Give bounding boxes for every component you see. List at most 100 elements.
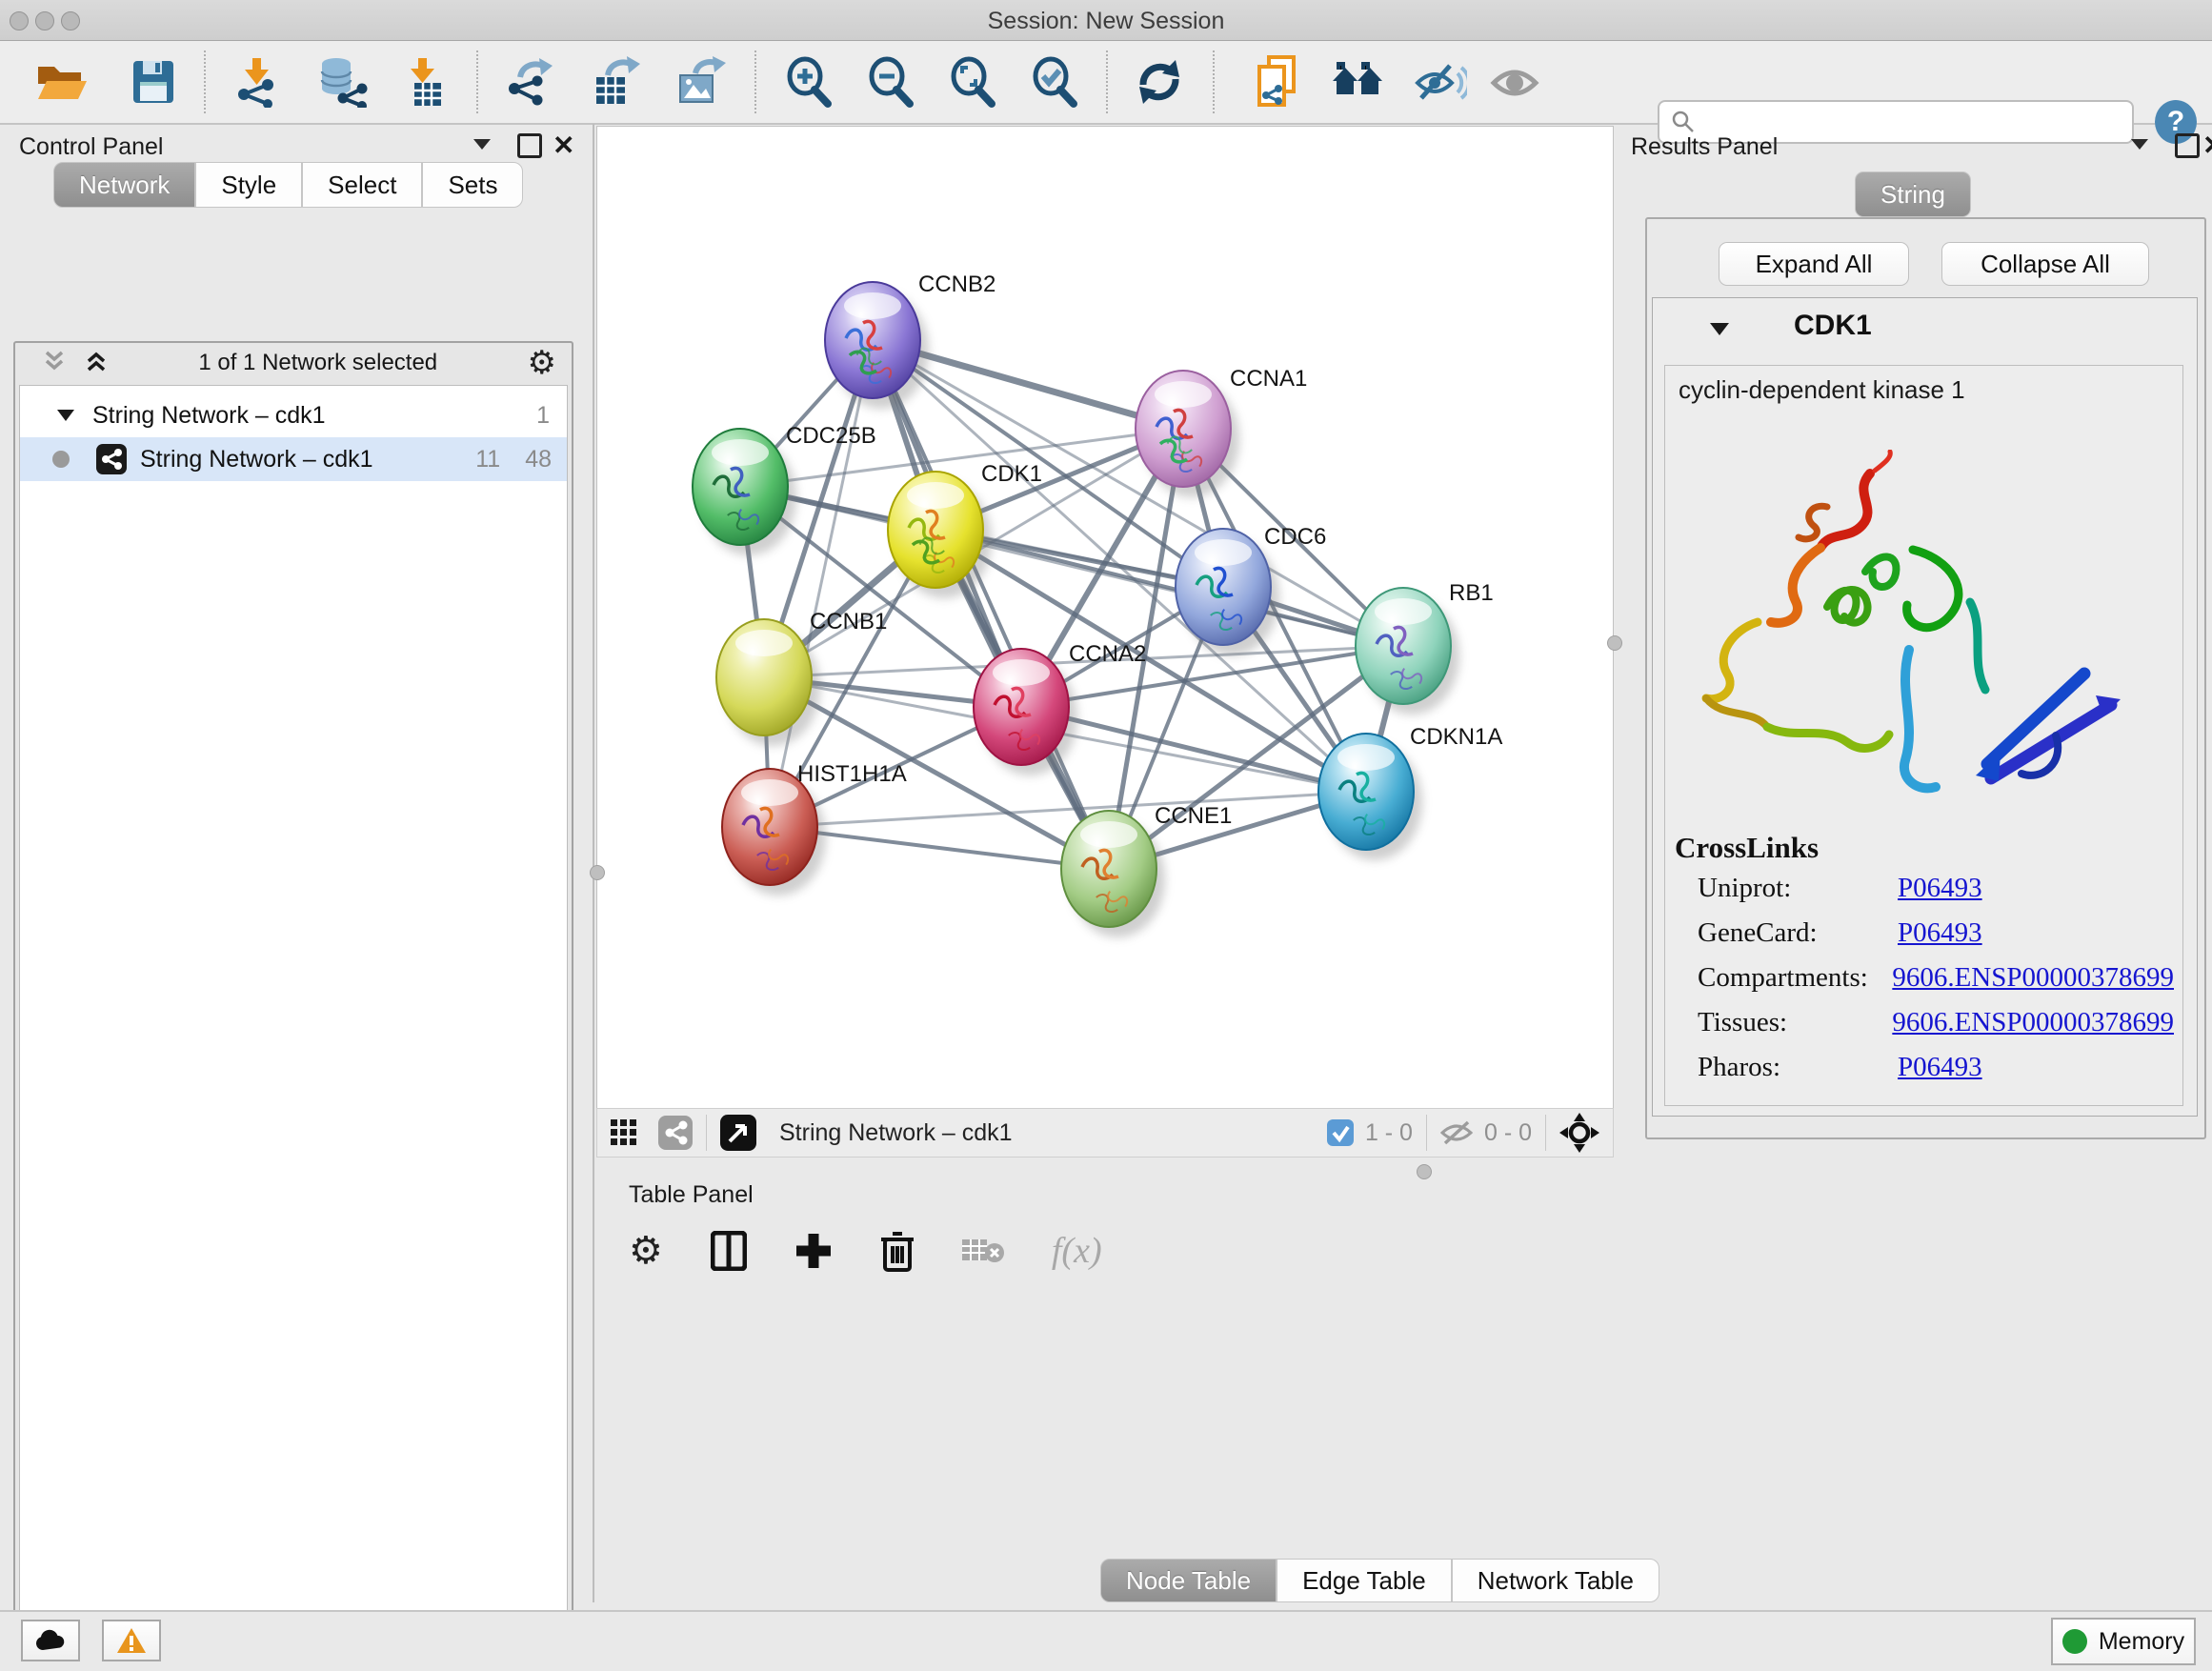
control-panel: Control Panel ✕ NetworkStyleSelectSets 1… [0, 124, 594, 1602]
network-canvas[interactable]: CCNB2CCNA1CDC25BCDK1CDC6RB1CCNB1CCNA2CDK… [596, 126, 1614, 1109]
hidden-eye-icon[interactable] [1440, 1118, 1473, 1147]
warning-button[interactable] [102, 1620, 161, 1661]
svg-text:CCNA1: CCNA1 [1230, 366, 1307, 392]
gene-name: CDK1 [1794, 310, 1872, 342]
crosslink-link[interactable]: P06493 [1898, 873, 1982, 904]
control-panel-menu-icon[interactable] [472, 135, 493, 157]
window-title: Session: New Session [0, 8, 2212, 35]
svg-text:CDKN1A: CDKN1A [1410, 724, 1502, 750]
network-view-icon[interactable] [658, 1116, 693, 1150]
tab-select[interactable]: Select [302, 162, 422, 208]
network-options-gear-icon[interactable]: ⚙ [528, 347, 556, 379]
grid-view-icon[interactable] [611, 1119, 637, 1146]
table-settings-gear-icon[interactable]: ⚙ [629, 1232, 663, 1270]
collapse-all-networks-icon[interactable] [42, 349, 67, 378]
network-panel-box: 1 of 1 Network selected ⚙ String Network… [13, 341, 573, 1671]
network-node-count: 11 [475, 446, 500, 473]
add-column-icon[interactable] [794, 1232, 833, 1270]
show-columns-icon[interactable] [711, 1231, 747, 1271]
toolbar-separator [204, 50, 206, 113]
crosslink-link[interactable]: 9606.ENSP00000378699 [1892, 1007, 2174, 1038]
network-row-label: String Network – cdk1 [140, 446, 373, 473]
crosslink-row: GeneCard:P06493 [1698, 917, 2174, 949]
warning-icon [116, 1627, 147, 1654]
refresh-view-icon[interactable] [1133, 55, 1186, 109]
export-table-icon[interactable] [588, 55, 641, 109]
expand-all-networks-icon[interactable] [84, 349, 109, 378]
zoom-selected-icon[interactable] [1027, 55, 1080, 109]
svg-text:CCNB1: CCNB1 [810, 609, 887, 634]
memory-button[interactable]: Memory [2051, 1618, 2196, 1665]
memory-status-icon [2062, 1629, 2087, 1654]
crosslink-label: Uniprot: [1698, 873, 1898, 904]
show-all-icon[interactable] [1488, 55, 1541, 109]
protein-node-CDC25B [693, 429, 796, 555]
footer-network-title: String Network – cdk1 [779, 1119, 1013, 1147]
results-panel-close-icon[interactable]: ✕ [2202, 130, 2212, 161]
crosslink-link[interactable]: P06493 [1898, 1052, 1982, 1083]
collapse-all-button[interactable]: Collapse All [1941, 242, 2149, 286]
network-type-icon [96, 444, 127, 474]
zoom-in-icon[interactable] [781, 55, 835, 109]
toolbar-separator [1213, 50, 1215, 113]
crosslink-link[interactable]: P06493 [1898, 917, 1982, 949]
network-graph[interactable]: CCNB2CCNA1CDC25BCDK1CDC6RB1CCNB1CCNA2CDK… [597, 127, 1613, 1108]
hidden-count: 0 - 0 [1484, 1119, 1532, 1147]
main-toolbar: ? [0, 41, 2212, 125]
zoom-out-icon[interactable] [863, 55, 916, 109]
tab-string[interactable]: String [1855, 171, 1971, 217]
hide-selected-icon[interactable] [1414, 55, 1467, 109]
control-panel-close-icon[interactable]: ✕ [553, 130, 574, 161]
import-network-icon[interactable] [231, 55, 284, 109]
results-panel-float-icon[interactable] [2175, 133, 2200, 158]
import-table-icon[interactable] [398, 55, 452, 109]
left-splitter-handle[interactable] [590, 865, 605, 880]
network-collection-count: 1 [536, 402, 550, 430]
birds-eye-view-icon[interactable] [720, 1115, 756, 1151]
selected-checkbox-icon[interactable] [1327, 1119, 1354, 1146]
crosslink-label: Pharos: [1698, 1052, 1898, 1083]
tab-node-table[interactable]: Node Table [1100, 1559, 1277, 1602]
tree-expand-icon[interactable] [56, 408, 75, 423]
tab-network[interactable]: Network [53, 162, 195, 208]
crosslinks-title: CrossLinks [1675, 831, 1819, 865]
crosslink-row: Compartments:9606.ENSP00000378699 [1698, 962, 2174, 994]
pan-crosshair-icon[interactable] [1559, 1113, 1599, 1153]
export-network-icon[interactable] [502, 55, 555, 109]
crosslinks-list: Uniprot:P06493GeneCard:P06493Compartment… [1698, 873, 2174, 1097]
open-session-icon[interactable] [34, 55, 88, 109]
delete-column-icon[interactable] [880, 1230, 915, 1272]
crosslink-label: GeneCard: [1698, 917, 1898, 949]
export-image-icon[interactable] [674, 55, 727, 109]
first-neighbors-icon[interactable] [1331, 55, 1384, 109]
tab-network-table[interactable]: Network Table [1452, 1559, 1659, 1602]
crosslink-row: Pharos:P06493 [1698, 1052, 2174, 1083]
tab-style[interactable]: Style [195, 162, 302, 208]
clone-network-icon[interactable] [1253, 55, 1306, 109]
function-builder-icon[interactable]: f(x) [1052, 1230, 1102, 1272]
gene-details: cyclin-dependent kinase 1 [1664, 365, 2183, 1106]
table-panel: Table Panel ⚙ f(x) shared namenamecanoni… [594, 1174, 2212, 1610]
control-panel-float-icon[interactable] [517, 133, 542, 158]
protein-node-CCNA2 [974, 649, 1077, 775]
network-selector-bar: 1 of 1 Network selected ⚙ [15, 343, 572, 383]
results-panel-menu-icon[interactable] [2129, 135, 2150, 157]
section-collapse-icon[interactable] [1708, 319, 1731, 338]
results-panel-title: Results Panel [1631, 133, 1778, 161]
import-network-from-database-icon[interactable] [316, 55, 370, 109]
zoom-fit-icon[interactable] [945, 55, 998, 109]
protein-node-CCNB2 [825, 282, 929, 409]
tab-sets[interactable]: Sets [422, 162, 523, 208]
crosslink-link[interactable]: 9606.ENSP00000378699 [1892, 962, 2174, 994]
expand-all-button[interactable]: Expand All [1719, 242, 1909, 286]
svg-text:CCNB2: CCNB2 [918, 272, 995, 297]
tab-edge-table[interactable]: Edge Table [1277, 1559, 1452, 1602]
cloud-button[interactable] [21, 1620, 80, 1661]
crosslink-row: Tissues:9606.ENSP00000378699 [1698, 1007, 2174, 1038]
save-session-icon[interactable] [127, 55, 180, 109]
network-collection-row[interactable]: String Network – cdk1 1 [20, 393, 567, 437]
crosslink-label: Tissues: [1698, 1007, 1892, 1038]
delete-table-icon[interactable] [962, 1236, 1004, 1266]
network-row[interactable]: String Network – cdk1 11 48 [20, 437, 567, 481]
gene-section: CDK1 cyclin-dependent kinase 1 [1652, 297, 2198, 1117]
